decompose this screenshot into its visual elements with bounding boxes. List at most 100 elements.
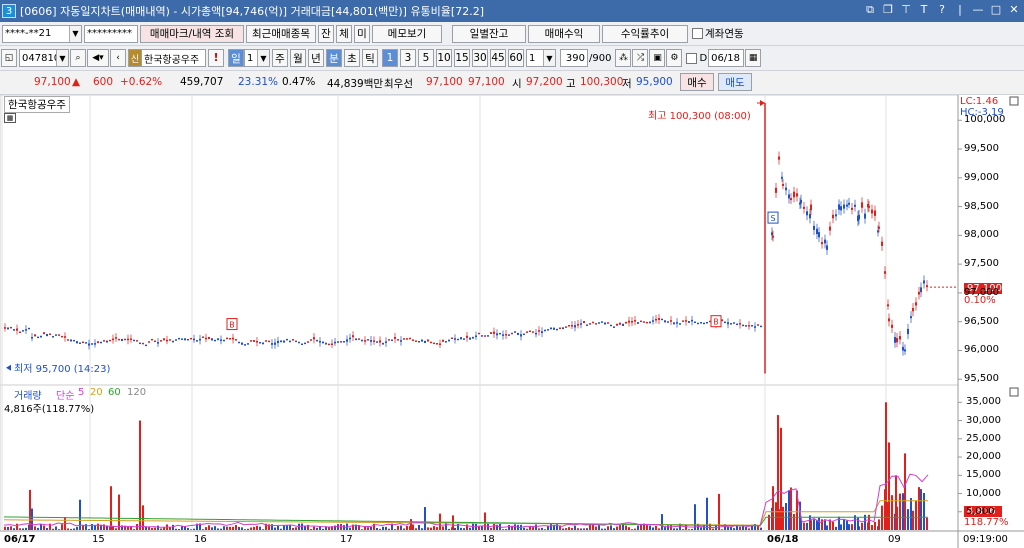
help-icon[interactable]: ? [936, 3, 948, 17]
min-3-button[interactable]: 3 [400, 49, 416, 67]
minimize-icon[interactable]: — [972, 3, 984, 17]
down-candle [91, 343, 93, 345]
min-30-button[interactable]: 30 [472, 49, 488, 67]
up-candle [43, 332, 45, 335]
period-month-button[interactable]: 월 [290, 49, 306, 67]
chart-svg[interactable]: B B S [0, 95, 1024, 548]
trade-profit-button[interactable]: 매매수익 [528, 24, 600, 43]
credit-badge: 신 [128, 49, 142, 67]
down-candle [298, 341, 300, 344]
pin-icon[interactable]: ⊤ [900, 3, 912, 17]
trade-mark-button[interactable]: 매매마크/내역 조회 [140, 24, 244, 43]
minute-count-select[interactable]: 1 ▼ [526, 49, 556, 67]
volume-bar [661, 514, 663, 530]
low-label: 저 [622, 78, 632, 90]
period-minute-button[interactable]: 분 [326, 49, 342, 67]
search-icon[interactable]: ⌕ [70, 49, 86, 67]
buy-button[interactable]: 매수 [680, 73, 714, 91]
speaker-icon[interactable]: ◀▾ [87, 49, 109, 67]
down-candle [40, 335, 42, 338]
copy-icon[interactable]: ❐ [882, 3, 894, 17]
prev-icon[interactable]: ‹ [110, 49, 126, 67]
volume-bar [634, 528, 636, 530]
up-candle [436, 343, 438, 345]
min-5-button[interactable]: 5 [418, 49, 434, 67]
close-icon[interactable]: ✕ [1008, 3, 1020, 17]
volume-bar [915, 500, 917, 530]
stock-code-input[interactable]: 047810 ▼ [19, 49, 69, 67]
volume-bar [364, 526, 366, 530]
period-tick-button[interactable]: 틱 [362, 49, 378, 67]
daily-balance-button[interactable]: 일별잔고 [452, 24, 526, 43]
down-candle [469, 337, 471, 340]
chart-stock-label: 한국항공우주 [4, 96, 70, 113]
down-candle [217, 338, 219, 341]
volume-bar [475, 523, 477, 530]
period-day-button[interactable]: 일 [228, 49, 244, 67]
min-60-button[interactable]: 60 [508, 49, 524, 67]
down-candle [13, 329, 15, 331]
balance-button[interactable]: 잔 [318, 24, 334, 43]
down-candle [79, 342, 81, 344]
profit-rate-button[interactable]: 수익률추이 [602, 24, 688, 43]
best-price-label: 최우선 [384, 78, 413, 90]
down-candle [52, 336, 54, 338]
price-tick-label: 95,500 [964, 373, 999, 385]
gear-icon[interactable]: ⚙ [666, 49, 683, 67]
volume-bar [478, 526, 480, 530]
memo-button[interactable]: 메모보기 [372, 24, 442, 43]
account-link-label: 계좌연동 [705, 28, 744, 40]
volume-spike [110, 486, 112, 530]
min-10-button[interactable]: 10 [436, 49, 452, 67]
up-candle [595, 323, 597, 325]
window-icon[interactable]: ◱ [1, 49, 17, 67]
account-link-checkbox[interactable] [692, 28, 703, 39]
min-15-button[interactable]: 15 [454, 49, 470, 67]
volume-bar [874, 522, 876, 530]
save-icon[interactable]: ▣ [649, 49, 666, 67]
period-count-select[interactable]: 1 ▼ [244, 49, 270, 67]
account-select[interactable]: ****-**21 ▼ [2, 24, 82, 43]
chart-area[interactable]: BBS 한국항공우주 ▦ LC:1.46 HC:-3.19 최고 100,300… [0, 95, 1024, 548]
data-count-input[interactable]: 390 [560, 49, 588, 67]
volume-bar [871, 524, 873, 530]
volume-bar [910, 498, 912, 530]
sell-button[interactable]: 매도 [718, 73, 752, 91]
filled-button[interactable]: 체 [336, 24, 352, 43]
date-checkbox[interactable] [686, 52, 698, 64]
volume-bar [88, 529, 90, 530]
volume-bar [610, 525, 612, 530]
min-1-button[interactable]: 1 [382, 49, 398, 67]
recent-trades-button[interactable]: 최근매매종목 [246, 24, 316, 43]
maximize-icon[interactable]: □ [990, 3, 1002, 17]
volume-bar [301, 523, 303, 530]
screen-icon[interactable]: ⧉ [864, 3, 876, 17]
down-candle [736, 323, 738, 326]
date-input[interactable]: 06/18 [708, 49, 745, 67]
volume-bar [460, 527, 462, 530]
volume-bar [788, 490, 790, 530]
up-candle [328, 343, 330, 346]
chevron-down-icon[interactable]: ▼ [543, 50, 555, 66]
indicator-icon[interactable]: ⁂ [615, 49, 632, 67]
alert-button[interactable]: ! [208, 49, 224, 67]
grid-icon[interactable]: ▦ [4, 113, 16, 123]
up-candle [97, 341, 99, 344]
chevron-down-icon[interactable]: ▼ [69, 25, 81, 42]
period-second-button[interactable]: 초 [344, 49, 360, 67]
tool-icon[interactable]: ⤮ [632, 49, 649, 67]
min-45-button[interactable]: 45 [490, 49, 506, 67]
volume-tick-label: 15,000 [966, 469, 1001, 481]
period-week-button[interactable]: 주 [272, 49, 288, 67]
volume-bar [858, 526, 860, 530]
unfilled-button[interactable]: 미 [354, 24, 370, 43]
down-candle [181, 338, 183, 340]
chevron-down-icon[interactable]: ▼ [257, 50, 269, 66]
down-candle [508, 334, 510, 336]
account-toolbar: ****-**21 ▼ ********* 매매마크/내역 조회 최근매매종목 잔… [0, 22, 1024, 46]
period-year-button[interactable]: 년 [308, 49, 324, 67]
chevron-down-icon[interactable]: ▼ [56, 50, 68, 66]
password-field[interactable]: ********* [84, 24, 138, 43]
calendar-icon[interactable]: ▦ [745, 49, 762, 67]
font-icon[interactable]: T [918, 3, 930, 17]
